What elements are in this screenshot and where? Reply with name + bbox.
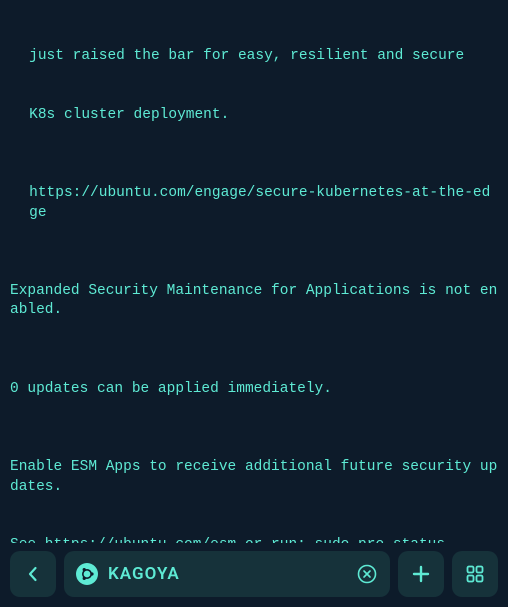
connection-name: KAGOYA xyxy=(108,563,346,586)
terminal-output[interactable]: just raised the bar for easy, resilient … xyxy=(0,0,508,543)
close-circle-icon xyxy=(357,564,377,584)
sessions-button[interactable] xyxy=(452,551,498,597)
esm-enable: See https://ubuntu.com/esm or run: sudo … xyxy=(10,536,498,543)
motd-line: just raised the bar for easy, resilient … xyxy=(10,47,498,67)
motd-url: https://ubuntu.com/engage/secure-kuberne… xyxy=(10,184,498,223)
new-tab-button[interactable] xyxy=(398,551,444,597)
motd-line: K8s cluster deployment. xyxy=(10,106,498,126)
esm-enable: Enable ESM Apps to receive additional fu… xyxy=(10,458,498,497)
chevron-left-icon xyxy=(26,565,40,583)
bottom-toolbar: KAGOYA xyxy=(0,543,508,607)
grid-icon xyxy=(465,564,485,584)
clear-button[interactable] xyxy=(356,563,378,585)
back-button[interactable] xyxy=(10,551,56,597)
ubuntu-icon xyxy=(76,563,98,585)
esm-status: Expanded Security Maintenance for Applic… xyxy=(10,282,498,321)
plus-icon xyxy=(411,564,431,584)
connection-bar[interactable]: KAGOYA xyxy=(64,551,390,597)
updates-immediate: 0 updates can be applied immediately. xyxy=(10,380,498,400)
